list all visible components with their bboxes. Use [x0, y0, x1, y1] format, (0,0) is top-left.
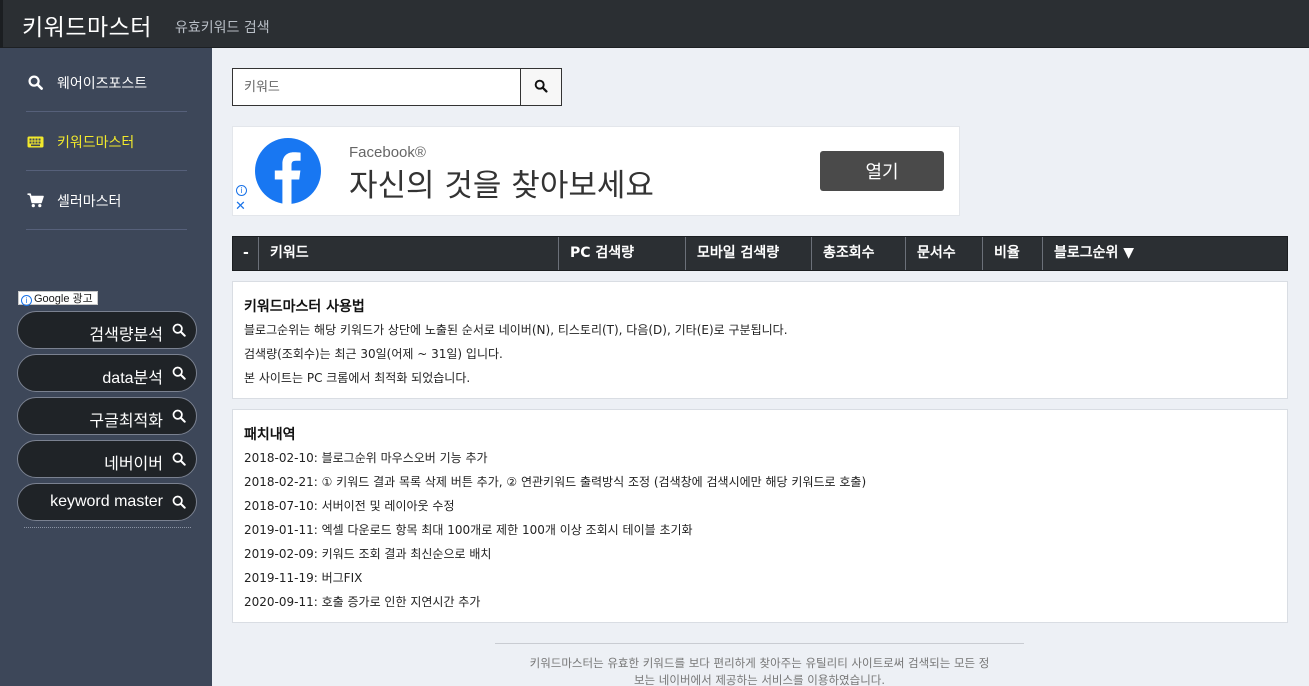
- column-header-select[interactable]: -: [233, 237, 259, 270]
- search-icon: [534, 78, 548, 97]
- column-header-blog-rank[interactable]: 블로그순위 ▼: [1043, 237, 1287, 270]
- footer-text: 키워드마스터는 유효한 키워드를 보다 편리하게 찾아주는 유틸리티 사이트로써…: [529, 656, 990, 686]
- ad-divider: [24, 527, 191, 528]
- banner-ad[interactable]: Facebook® 자신의 것을 찾아보세요 열기 i ✕: [232, 126, 960, 216]
- ad-close-icon[interactable]: ✕: [235, 200, 246, 213]
- sidebar-item-label: 웨어이즈포스트: [57, 75, 148, 92]
- ad-link-data-analysis[interactable]: data분석: [17, 354, 197, 392]
- column-header-mobile-volume[interactable]: 모바일 검색량: [686, 237, 812, 270]
- patch-line: 2018-07-10: 서버이전 및 레이아웃 수정: [244, 499, 455, 513]
- usage-card: 키워드마스터 사용법 블로그순위는 해당 키워드가 상단에 노출된 순서로 네이…: [232, 281, 1288, 399]
- patch-notes-card: 패치내역 2018-02-10: 블로그순위 마우스오버 기능 추가 2018-…: [232, 409, 1288, 623]
- search-icon: [172, 323, 186, 342]
- site-title[interactable]: 키워드마스터: [22, 8, 152, 42]
- results-table-header: - 키워드 PC 검색량 모바일 검색량 총조회수 문서수 비율 블로그순위 ▼: [232, 236, 1288, 271]
- keyword-search: [232, 68, 562, 106]
- usage-line: 검색량(조회수)는 최근 30일(어제 ~ 31일) 입니다.: [244, 347, 503, 361]
- column-header-doc-count[interactable]: 문서수: [906, 237, 983, 270]
- ad-link-naver[interactable]: 네버이버: [17, 440, 197, 478]
- ad-headline: 자신의 것을 찾아보세요: [349, 168, 654, 204]
- search-icon: [26, 74, 44, 92]
- patch-line: 2020-09-11: 호출 증가로 인한 지연시간 추가: [244, 595, 481, 609]
- patch-title: 패치내역: [244, 427, 296, 443]
- usage-title: 키워드마스터 사용법: [244, 299, 365, 315]
- keyboard-icon: [26, 133, 44, 151]
- site-subtitle: 유효키워드 검색: [175, 20, 270, 36]
- search-icon: [172, 452, 186, 471]
- sidebar-item-keywordmaster[interactable]: 키워드마스터: [26, 112, 187, 171]
- column-header-total-views[interactable]: 총조회수: [812, 237, 906, 270]
- usage-line: 본 사이트는 PC 크롬에서 최적화 되었습니다.: [244, 371, 471, 385]
- keyword-input[interactable]: [233, 69, 522, 105]
- ad-link-keyword-master[interactable]: keyword master: [17, 483, 197, 521]
- sidebar-item-label: 셀러마스터: [57, 193, 122, 210]
- sidebar-divider: [26, 229, 187, 230]
- search-icon: [172, 366, 186, 385]
- ad-link-search-volume[interactable]: 검색량분석: [17, 311, 197, 349]
- ad-label[interactable]: i Google 광고: [18, 291, 98, 306]
- info-icon: i: [21, 295, 32, 306]
- facebook-logo-icon: [255, 138, 321, 204]
- cart-icon: [26, 192, 44, 210]
- sidebar-item-whereispost[interactable]: 웨어이즈포스트: [26, 53, 187, 112]
- patch-line: 2018-02-10: 블로그순위 마우스오버 기능 추가: [244, 451, 488, 465]
- usage-line: 블로그순위는 해당 키워드가 상단에 노출된 순서로 네이버(N), 티스토리(…: [244, 323, 788, 337]
- ad-link-google-seo[interactable]: 구글최적화: [17, 397, 197, 435]
- footer-divider: [495, 643, 1024, 644]
- search-button[interactable]: [520, 69, 561, 105]
- patch-line: 2018-02-21: ① 키워드 결과 목록 삭제 버튼 추가, ② 연관키워…: [244, 475, 867, 489]
- ad-open-button[interactable]: 열기: [820, 151, 944, 191]
- column-header-ratio[interactable]: 비율: [983, 237, 1043, 270]
- search-icon: [172, 409, 186, 428]
- ad-brand: Facebook®: [349, 144, 426, 161]
- sidebar-item-sellermaster[interactable]: 셀러마스터: [26, 171, 187, 230]
- sidebar-item-label: 키워드마스터: [57, 134, 135, 151]
- search-icon: [172, 495, 186, 514]
- top-bar: 키워드마스터 유효키워드 검색: [0, 0, 1309, 48]
- ad-info-icon[interactable]: i: [236, 185, 247, 196]
- column-header-pc-volume[interactable]: PC 검색량: [559, 237, 686, 270]
- patch-line: 2019-02-09: 키워드 조회 결과 최신순으로 배치: [244, 547, 492, 561]
- column-header-keyword[interactable]: 키워드: [259, 237, 559, 270]
- patch-line: 2019-01-11: 엑셀 다운로드 항목 최대 100개로 제한 100개 …: [244, 523, 693, 537]
- patch-line: 2019-11-19: 버그FIX: [244, 571, 363, 585]
